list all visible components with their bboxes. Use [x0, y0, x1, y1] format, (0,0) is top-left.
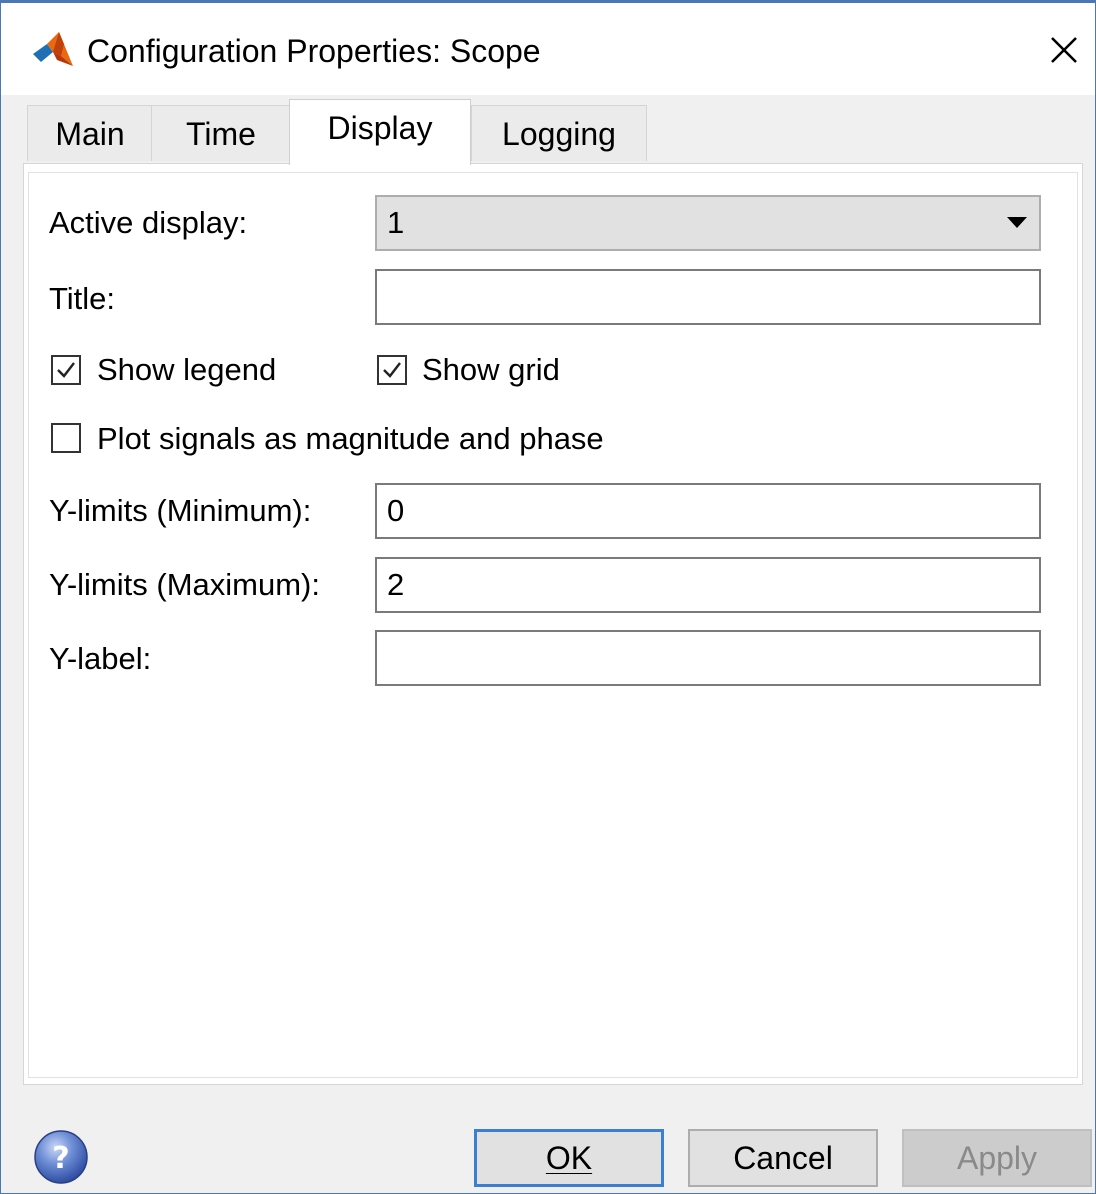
- ymax-field[interactable]: 2: [375, 557, 1041, 613]
- close-icon: [1051, 37, 1077, 63]
- checkmark-icon: [57, 362, 75, 378]
- active-display-label: Active display:: [49, 205, 248, 240]
- ymin-field[interactable]: 0: [375, 483, 1041, 539]
- tab-logging[interactable]: Logging: [471, 105, 647, 161]
- mag-phase-checkbox[interactable]: [51, 423, 81, 453]
- ok-button[interactable]: OK: [474, 1129, 664, 1187]
- show-legend-checkbox[interactable]: [51, 355, 81, 385]
- checkmark-icon: [383, 362, 401, 378]
- ymax-label: Y-limits (Maximum):: [49, 567, 320, 602]
- tab-main[interactable]: Main: [27, 105, 153, 161]
- title-label: Title:: [49, 281, 116, 316]
- window-title: Configuration Properties: Scope: [87, 33, 541, 69]
- cancel-button-label: Cancel: [733, 1140, 833, 1176]
- dialog-window: Configuration Properties: Scope Main Tim…: [0, 0, 1096, 1194]
- show-grid-checkbox[interactable]: [377, 355, 407, 385]
- ylabel-field[interactable]: [375, 630, 1041, 686]
- ymin-label: Y-limits (Minimum):: [49, 493, 312, 528]
- matlab-logo-icon: [33, 32, 73, 66]
- active-display-value: 1: [387, 205, 405, 240]
- apply-button-label: Apply: [956, 1140, 1038, 1176]
- svg-text:?: ?: [52, 1141, 69, 1176]
- apply-button: Apply: [902, 1129, 1092, 1187]
- title-field[interactable]: [375, 269, 1041, 325]
- cancel-button[interactable]: Cancel: [688, 1129, 878, 1187]
- chevron-down-icon: [1007, 217, 1027, 228]
- tab-display[interactable]: Display: [289, 99, 471, 165]
- close-button[interactable]: [1037, 25, 1091, 75]
- active-display-select[interactable]: 1: [375, 195, 1041, 251]
- help-icon[interactable]: ?: [33, 1129, 89, 1185]
- title-bar: Configuration Properties: Scope: [1, 3, 1095, 95]
- mag-phase-label: Plot signals as magnitude and phase: [97, 421, 604, 456]
- show-grid-label: Show grid: [422, 352, 560, 387]
- ok-button-label: OK: [545, 1140, 593, 1176]
- tab-time[interactable]: Time: [151, 105, 291, 161]
- ylabel-label: Y-label:: [49, 641, 152, 676]
- show-legend-label: Show legend: [97, 352, 277, 387]
